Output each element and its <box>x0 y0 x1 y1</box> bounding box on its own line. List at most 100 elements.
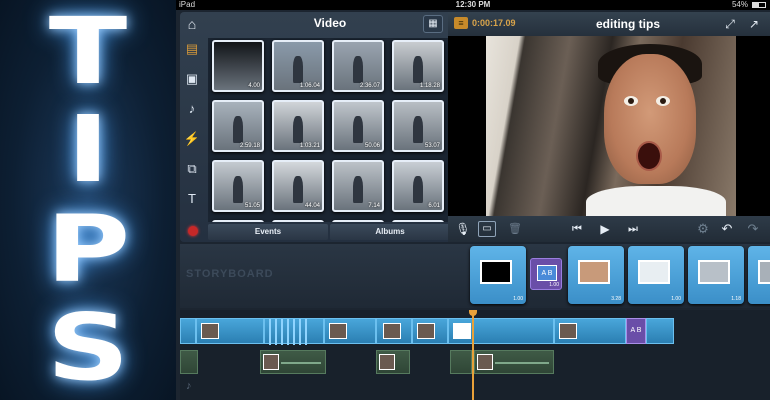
redo-icon[interactable]: ↷ <box>742 219 764 239</box>
grid-view-icon[interactable]: ▦ <box>423 15 443 33</box>
video-track: A B <box>180 318 770 345</box>
thumbnail-duration: 2:36.07 <box>359 83 380 89</box>
storyboard-clip[interactable]: 1.00 <box>470 246 526 304</box>
tab-albums[interactable]: Albums <box>330 224 450 240</box>
storyboard-clip[interactable]: 1.18 <box>688 246 744 304</box>
storyboard-clip[interactable]: 1.00 <box>628 246 684 304</box>
banner-letter-s: S <box>46 294 130 400</box>
clip-thumbnail <box>480 260 512 284</box>
thumbnail-duration: 1:18.28 <box>419 83 440 89</box>
lightning-icon[interactable]: ⚡ <box>183 130 201 148</box>
browser-title: Video <box>313 16 347 30</box>
banner-letter-t: T <box>48 0 128 105</box>
video-thumbnail[interactable]: 6.01 <box>392 160 444 212</box>
thumbnail-figure <box>353 56 363 83</box>
home-icon[interactable]: ⌂ <box>182 14 202 34</box>
timeline-transition[interactable]: A B <box>626 318 646 344</box>
viewer-header: ≡ 0:00:17.09 editing tips ⤢ ↗ <box>448 12 770 36</box>
timeline-clip[interactable] <box>646 318 674 344</box>
thumbnail-duration: 4.00 <box>248 83 260 89</box>
video-thumbnail[interactable] <box>392 220 444 222</box>
audio-clip[interactable] <box>180 350 198 374</box>
person-shirt <box>586 186 726 216</box>
audio-clip[interactable] <box>260 350 326 374</box>
video-thumbnail[interactable]: 1:18.28 <box>392 40 444 92</box>
tab-events[interactable]: Events <box>208 224 328 240</box>
battery-percent: 54% <box>731 0 748 9</box>
person-mouth <box>636 141 662 171</box>
video-thumbnail[interactable]: 51.05 <box>212 160 264 212</box>
clip-duration: 1.18 <box>731 296 741 302</box>
clip-thumbnail <box>578 260 610 284</box>
video-viewer[interactable] <box>448 36 770 216</box>
video-thumbnail[interactable]: 4.00 <box>212 40 264 92</box>
thumbnail-duration: 50.06 <box>364 143 380 149</box>
audio-clip[interactable] <box>474 350 554 374</box>
thumbnail-duration: 51.05 <box>244 203 260 209</box>
settings-icon[interactable]: ⚙ <box>692 219 714 239</box>
timeline-clip[interactable] <box>180 318 196 344</box>
banner-letter-p: P <box>45 196 131 303</box>
clock: 12:30 PM <box>455 0 491 9</box>
project-film-icon[interactable]: ≡ <box>454 17 468 29</box>
timeline-clip[interactable] <box>264 318 324 345</box>
ipad-screen: iPad 12:30 PM 54% ⌂ Video ▦ ▤ ▣ ♪ ⚡ ⧉ T … <box>176 0 770 400</box>
timeline-clip[interactable] <box>324 318 376 344</box>
audio-clip[interactable] <box>450 350 472 374</box>
video-thumbnail[interactable]: 7.14 <box>332 160 384 212</box>
thumbnail-duration: 2:59.18 <box>239 143 260 149</box>
video-thumbnail[interactable]: 50.06 <box>332 100 384 152</box>
timeline-clip[interactable] <box>376 318 412 344</box>
video-thumbnail[interactable]: 44.04 <box>272 160 324 212</box>
timecode: 0:00:17.09 <box>472 18 516 28</box>
app-root: T I P S iPad 12:30 PM 54% ⌂ Video ▦ ▤ ▣ … <box>0 0 770 400</box>
share-icon[interactable]: ↗ <box>744 14 764 34</box>
transport-bar: 🎙 ▭ 🗑 ⏮ ▶ ⏭ ⚙ ↶ ↷ <box>448 216 770 242</box>
thumbnail-figure <box>353 116 363 143</box>
photo-icon[interactable]: ▣ <box>183 70 201 88</box>
timeline-clip[interactable] <box>554 318 626 344</box>
status-bar: iPad 12:30 PM 54% <box>176 0 770 10</box>
video-thumbnail[interactable]: 1:03.21 <box>272 100 324 152</box>
thumbnail-duration: 1:03.21 <box>299 143 320 149</box>
text-icon[interactable]: T <box>183 190 201 208</box>
record-icon[interactable] <box>188 226 198 236</box>
undo-icon[interactable]: ↶ <box>716 219 738 239</box>
video-thumbnail[interactable] <box>212 220 264 222</box>
thumbnail-figure <box>413 116 423 143</box>
video-thumbnail[interactable]: 2:36.07 <box>332 40 384 92</box>
microphone-icon[interactable]: 🎙 <box>454 219 472 239</box>
video-thumbnail[interactable]: 1:06.04 <box>272 40 324 92</box>
thumbnail-figure <box>293 116 303 143</box>
thumbnail-figure <box>413 56 423 83</box>
storyboard-clip[interactable]: 3.28 <box>568 246 624 304</box>
playhead[interactable] <box>472 310 474 400</box>
fast-forward-icon[interactable]: ⏭ <box>622 219 644 239</box>
storyboard-transition[interactable]: A B 1.00 <box>530 258 562 290</box>
timeline-clip[interactable] <box>448 318 554 344</box>
play-icon[interactable]: ▶ <box>594 219 616 239</box>
video-thumbnail[interactable]: 53.07 <box>392 100 444 152</box>
film-icon[interactable]: ▤ <box>183 40 201 58</box>
trash-icon[interactable]: 🗑 <box>506 219 524 239</box>
rewind-icon[interactable]: ⏮ <box>566 219 588 239</box>
music-note-icon[interactable]: ♪ <box>183 100 201 118</box>
audio-clip[interactable] <box>376 350 410 374</box>
video-thumbnail[interactable]: 2:59.18 <box>212 100 264 152</box>
thumbnail-figure <box>353 176 363 203</box>
banner-letter-i: I <box>66 96 110 203</box>
timeline-clip[interactable] <box>196 318 264 344</box>
storyboard-clip[interactable] <box>748 246 770 304</box>
browser-header: ⌂ Video ▦ <box>180 12 450 36</box>
video-thumbnail[interactable] <box>332 220 384 222</box>
clip-settings-icon[interactable]: ▭ <box>478 221 496 237</box>
transition-icon[interactable]: ⧉ <box>183 160 201 178</box>
browser-tabs: Events Albums <box>208 224 450 242</box>
video-thumbnail[interactable] <box>272 220 324 222</box>
timeline: A B ♪ <box>180 310 770 400</box>
clip-thumbnail <box>758 260 770 284</box>
project-title: editing tips <box>596 17 660 31</box>
thumbnail-figure <box>293 56 303 83</box>
expand-icon[interactable]: ⤢ <box>720 14 740 34</box>
timeline-clip[interactable] <box>412 318 448 344</box>
